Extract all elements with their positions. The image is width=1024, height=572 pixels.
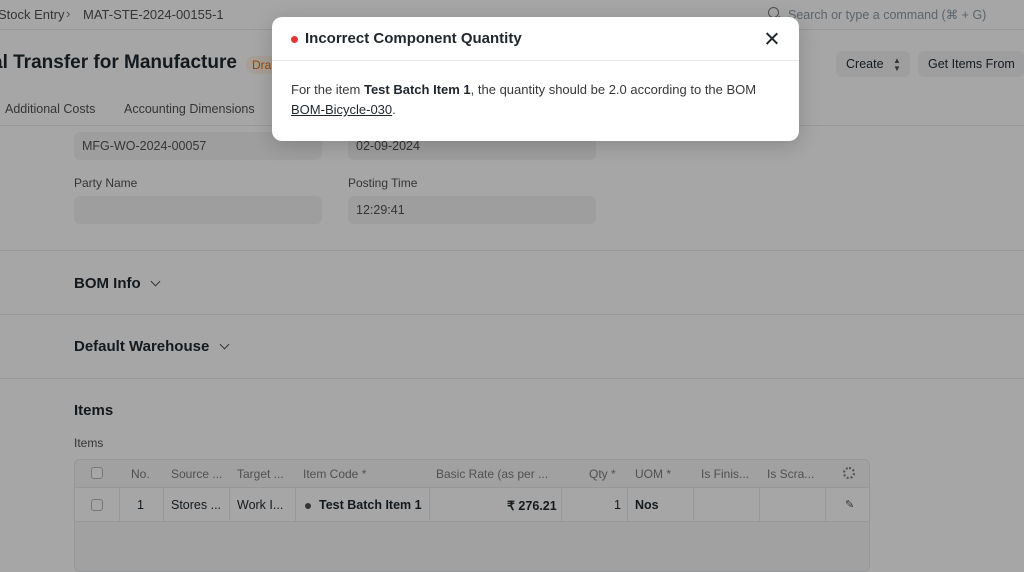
close-icon[interactable] (762, 29, 782, 49)
stock-entry-page: Stock Entry › MAT-STE-2024-00155-1 Searc… (0, 0, 1024, 572)
message-suffix: . (392, 102, 396, 117)
error-indicator-dot (291, 36, 298, 43)
dialog-title: Incorrect Component Quantity (305, 30, 522, 47)
error-dialog: Incorrect Component Quantity For the ite… (272, 17, 799, 141)
dialog-message: For the item Test Batch Item 1, the quan… (291, 80, 783, 120)
message-prefix: For the item (291, 82, 364, 97)
dialog-header: Incorrect Component Quantity (272, 17, 799, 61)
bom-link[interactable]: BOM-Bicycle-030 (291, 102, 392, 117)
message-middle: , the quantity should be 2.0 according t… (470, 82, 757, 97)
message-item-name: Test Batch Item 1 (363, 82, 471, 97)
